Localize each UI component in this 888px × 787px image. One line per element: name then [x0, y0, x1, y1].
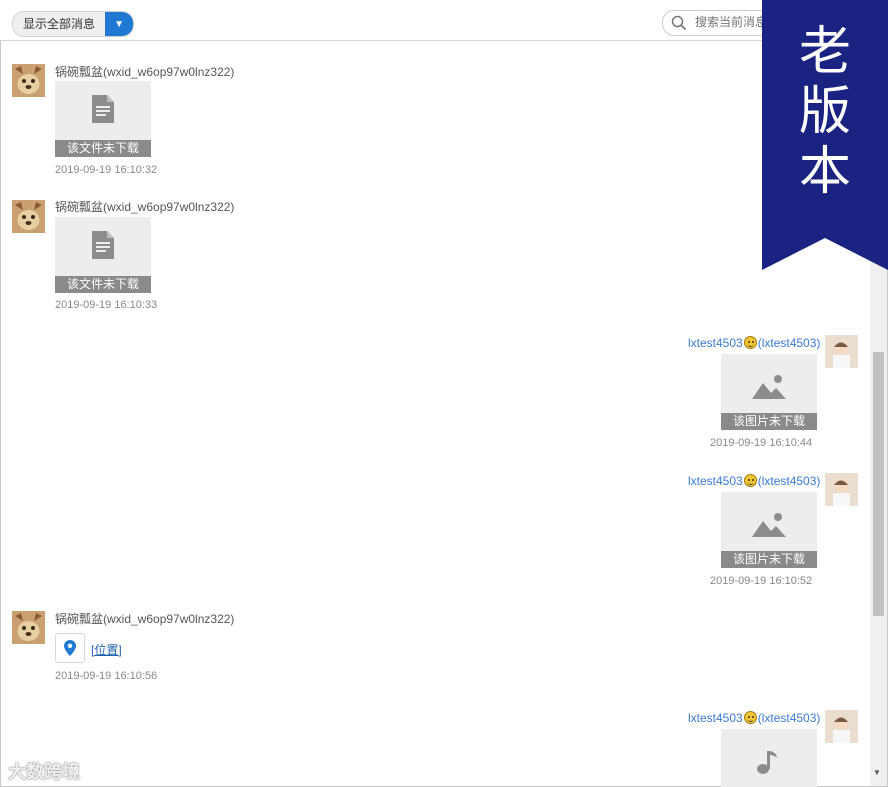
- message-filter-dropdown[interactable]: 显示全部消息 ▼: [12, 11, 135, 37]
- filter-label[interactable]: 显示全部消息: [13, 12, 106, 36]
- sender-name: 锅碗瓢盆(wxid_w6op97w0lnz322): [55, 612, 235, 626]
- ribbon-label: 老 版 本: [762, 22, 888, 202]
- message-toolbar: 显示全部消息 ▼: [0, 0, 888, 41]
- sender-id: (lxtest4503): [757, 711, 821, 725]
- grinning-face-emoji: [743, 474, 757, 487]
- sender-name: 锅碗瓢盆(wxid_w6op97w0lnz322): [55, 200, 235, 214]
- message-timestamp: 2019-09-19 16:10:44: [710, 437, 813, 449]
- image-icon: [752, 375, 786, 399]
- sender-name: 锅碗瓢盆(wxid_w6op97w0lnz322): [55, 65, 235, 79]
- avatar[interactable]: [825, 473, 858, 506]
- message-timestamp: 2019-09-19 16:10:33: [55, 299, 158, 311]
- ribbon-char: 版: [798, 82, 851, 142]
- file-status-caption: 该文件未下载: [55, 140, 151, 157]
- avatar[interactable]: [825, 710, 858, 743]
- sender-display-name: lxtest4503: [688, 336, 743, 350]
- image-status-caption: 该图片未下载: [721, 551, 817, 568]
- image-status-caption: 该图片未下载: [721, 413, 817, 430]
- sender-name: lxtest4503 (lxtest4503): [688, 336, 820, 350]
- ribbon-char: 老: [798, 22, 851, 82]
- location-link[interactable]: [位置]: [91, 641, 122, 658]
- scroll-down-arrow-icon[interactable]: ▼: [873, 768, 881, 777]
- watermark-text: 大数跨境: [8, 762, 80, 783]
- file-attachment[interactable]: 该文件未下载: [55, 81, 151, 157]
- image-attachment[interactable]: 该图片未下载: [721, 492, 817, 568]
- sender-display-name: lxtest4503: [688, 711, 743, 725]
- file-document-icon: [92, 231, 114, 259]
- search-icon: [671, 15, 687, 31]
- grinning-face-emoji: [743, 711, 757, 724]
- ribbon-char: 本: [798, 142, 851, 202]
- dropdown-arrow-icon[interactable]: ▼: [105, 12, 134, 36]
- image-icon: [752, 513, 786, 537]
- sender-name: lxtest4503 (lxtest4503): [688, 474, 820, 488]
- scrollbar-thumb[interactable]: [873, 352, 884, 616]
- grinning-face-emoji: [743, 336, 757, 349]
- image-attachment[interactable]: 该图片未下载: [721, 354, 817, 430]
- music-note-icon: [757, 751, 777, 774]
- sender-id: (lxtest4503): [757, 474, 821, 488]
- message-timestamp: 2019-09-19 16:10:52: [710, 575, 813, 587]
- location-pin-icon: [64, 640, 76, 656]
- avatar[interactable]: [12, 611, 45, 644]
- message-timestamp: 2019-09-19 16:10:32: [55, 164, 158, 176]
- watermark-logo: 大数跨境: [8, 758, 80, 784]
- file-document-icon: [92, 95, 114, 123]
- file-status-caption: 该文件未下载: [55, 276, 151, 293]
- avatar[interactable]: [825, 335, 858, 368]
- sender-id: (lxtest4503): [757, 336, 821, 350]
- sender-name: lxtest4503 (lxtest4503): [688, 711, 820, 725]
- avatar[interactable]: [12, 64, 45, 97]
- message-timestamp: 2019-09-19 16:10:56: [55, 670, 158, 682]
- sender-display-name: lxtest4503: [688, 474, 743, 488]
- audio-attachment[interactable]: [721, 729, 817, 787]
- location-icon-box[interactable]: [55, 633, 85, 663]
- file-attachment[interactable]: 该文件未下载: [55, 217, 151, 293]
- avatar[interactable]: [12, 200, 45, 233]
